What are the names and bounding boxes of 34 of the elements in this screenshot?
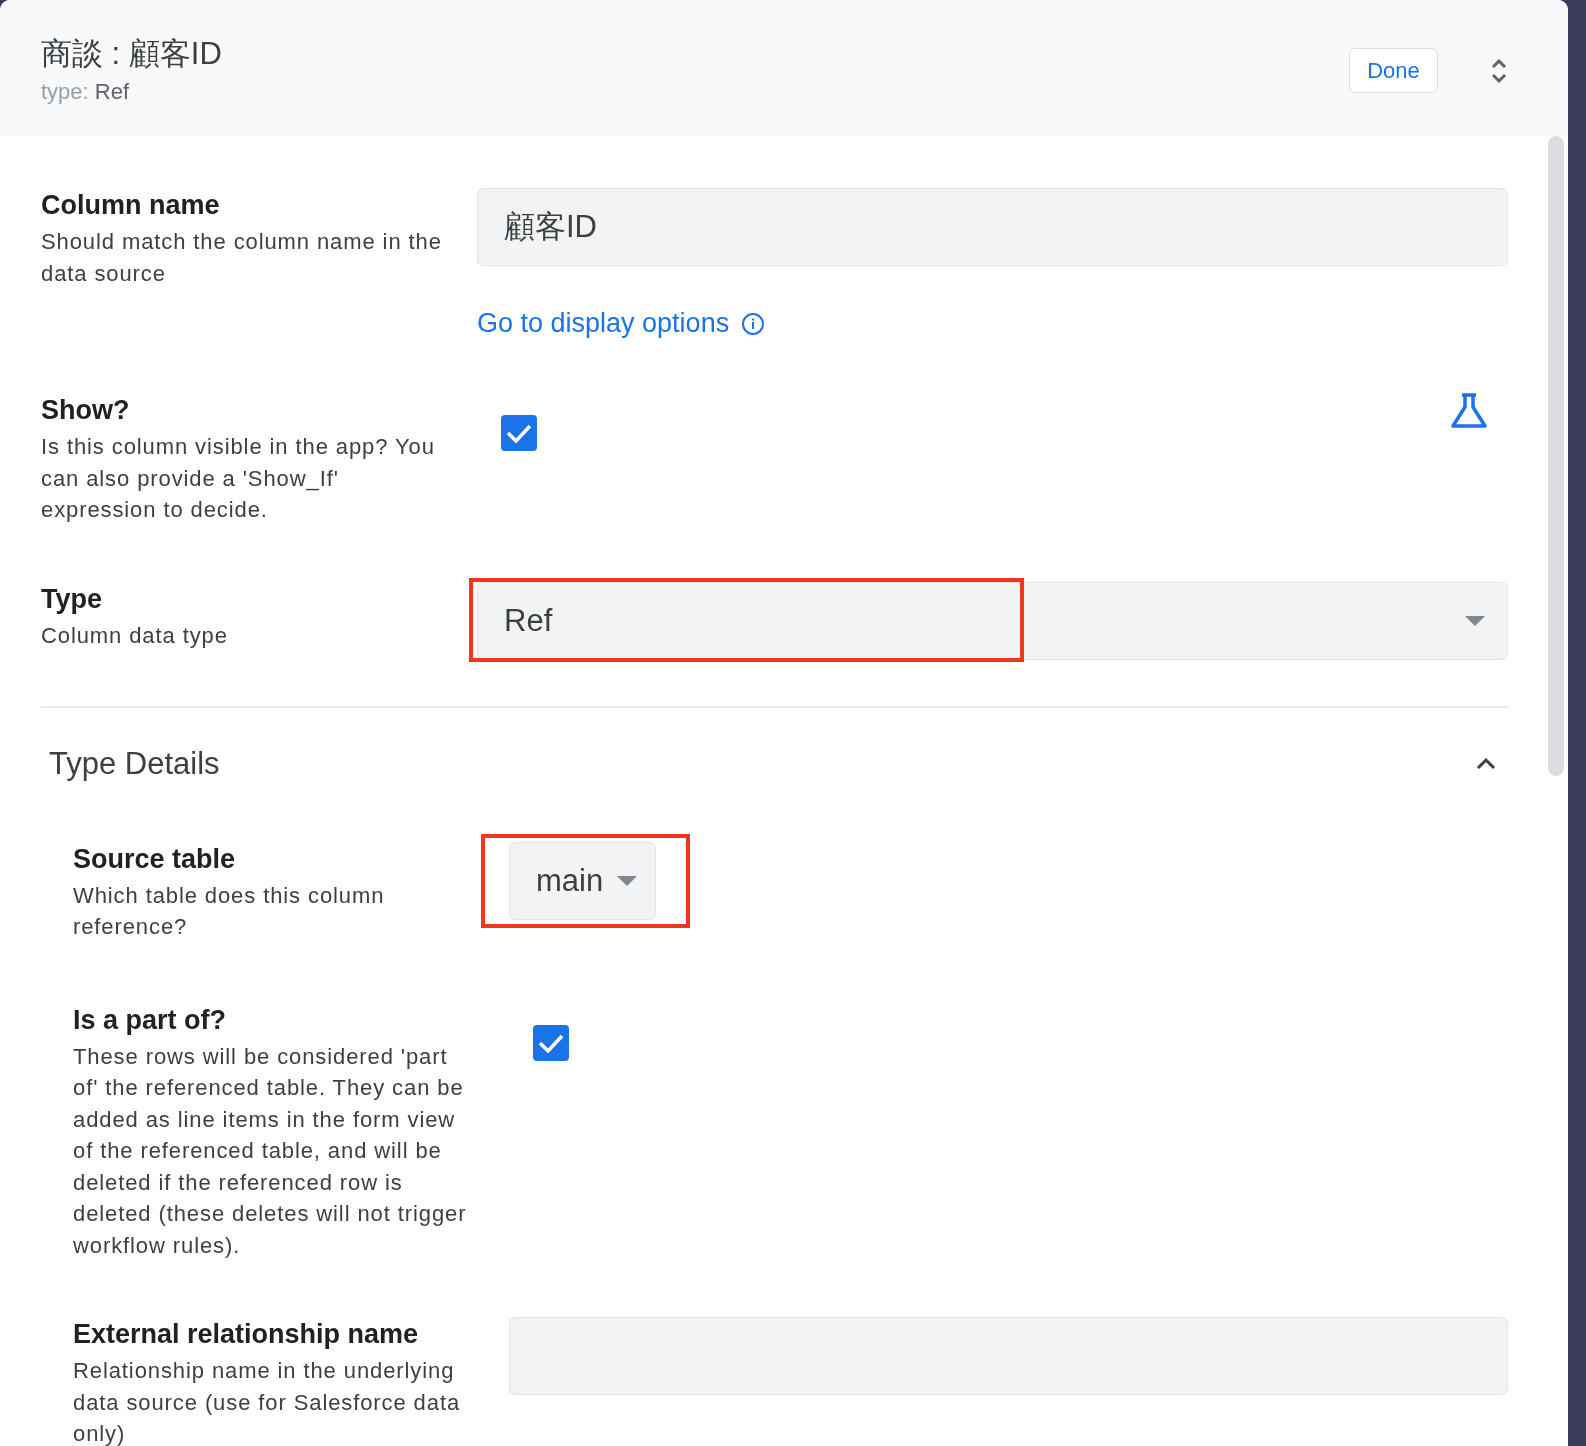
display-options-link[interactable]: Go to display options	[477, 308, 766, 339]
setting-label: External relationship name	[73, 1318, 420, 1351]
setting-description: Which table does this column reference?	[73, 881, 386, 941]
type-select[interactable]: Ref	[477, 581, 1508, 660]
checkbox[interactable]	[533, 1024, 569, 1061]
check-icon	[506, 423, 532, 443]
setting-label: Is a part of?	[73, 1003, 228, 1037]
setting-description: Should match the column name in the data source	[41, 228, 443, 288]
setting-description: Column data type	[41, 621, 229, 650]
collapse-icon[interactable]	[1476, 757, 1496, 770]
setting-label: Source table	[73, 842, 237, 876]
text-field[interactable]	[509, 1317, 1508, 1395]
checkbox[interactable]	[501, 415, 537, 451]
setting-description: Relationship name in the underlying data source (use for Salesforce data only)	[73, 1357, 462, 1446]
source-table-dropdown[interactable]: main	[509, 841, 657, 920]
dropdown-caret-icon	[1465, 615, 1485, 626]
dropdown-caret-icon	[617, 875, 638, 886]
type-value: Ref	[94, 79, 130, 104]
setting-label: Column name	[41, 189, 221, 222]
expand-collapse-icon[interactable]	[1490, 56, 1508, 85]
done-button[interactable]: Done	[1349, 48, 1438, 93]
info-icon[interactable]	[741, 311, 766, 336]
check-icon	[538, 1032, 564, 1053]
section-title: Type Details	[49, 745, 220, 782]
setting-label: Type	[41, 582, 103, 616]
setting-description: These rows will be considered 'part of' the referenced table. They can be added as line items in the form view of the referenced table, and will be deleted if the referenced row is deleted (these deletes will not trigger workflow rules).	[73, 1042, 468, 1260]
setting-description: Is this column visible in the app? You can also provide a 'Show_If' expression to decide.	[41, 433, 436, 524]
flask-icon[interactable]	[1450, 393, 1488, 429]
select-value: Ref	[504, 602, 553, 639]
text-field[interactable]: 顧客ID	[477, 188, 1508, 266]
setting-label: Show?	[41, 394, 131, 427]
dialog-title: 商談 : 顧客ID	[41, 35, 222, 73]
type-label: type:	[41, 79, 89, 104]
scrollbar[interactable]	[1548, 136, 1564, 776]
